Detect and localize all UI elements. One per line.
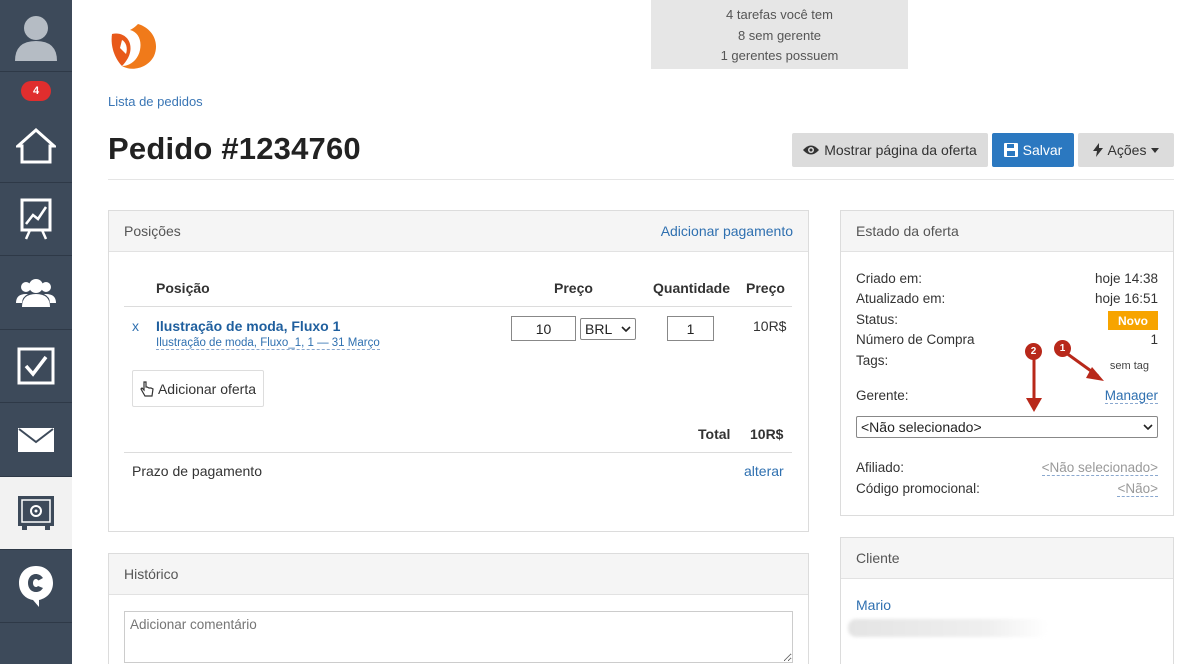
floppy-disk-icon (1003, 143, 1018, 157)
tags-value[interactable]: sem tag (1110, 360, 1149, 372)
change-payment-term-link[interactable]: alterar (744, 463, 784, 479)
caret-down-icon (1151, 147, 1160, 153)
checkbox-icon (17, 347, 55, 385)
created-value: hoje 14:38 (1094, 271, 1158, 286)
purchase-number-value: 1 (1150, 332, 1158, 347)
promo-code-value-link[interactable]: <Não> (1117, 481, 1158, 497)
updated-value: hoje 16:51 (1094, 291, 1158, 306)
currency-select-value: BRL (585, 321, 613, 337)
actions-label: Ações (1107, 142, 1147, 158)
safe-icon (18, 496, 54, 530)
annotation-marker-2: 2 (1025, 343, 1042, 360)
history-panel-title: Histórico (124, 566, 179, 582)
add-offer-label: Adicionar oferta (157, 380, 257, 397)
user-avatar-icon (15, 15, 57, 61)
sidebar-item-orders[interactable] (0, 477, 72, 550)
manager-select-value: <Não selecionado> (861, 419, 982, 435)
updated-label: Atualizado em: (856, 291, 946, 306)
task-summary-box: 4 tarefas você tem 8 sem gerente 1 geren… (651, 0, 908, 69)
hand-pointer-icon (140, 380, 154, 397)
chevron-down-icon (621, 326, 631, 332)
eye-icon (803, 145, 820, 155)
save-button[interactable]: Salvar (992, 133, 1074, 167)
show-offer-page-button[interactable]: Mostrar página da oferta (792, 133, 988, 167)
total-label: Total (698, 426, 731, 442)
home-icon (16, 128, 56, 164)
sidebar-item-reports[interactable] (0, 183, 72, 256)
manager-link[interactable]: Manager (1104, 388, 1158, 404)
lightning-icon (1092, 143, 1103, 157)
task-summary-line: 8 sem gerente (737, 27, 822, 43)
remove-item-button[interactable]: x (132, 318, 139, 334)
offer-state-panel-header: Estado da oferta (841, 211, 1173, 252)
currency-select[interactable]: BRL (580, 318, 636, 340)
purchase-number-label: Número de Compra (856, 332, 975, 347)
title-divider (108, 179, 1174, 180)
sidebar-item-contacts[interactable] (0, 256, 72, 330)
offer-state-panel-title: Estado da oferta (856, 223, 959, 239)
total-divider (124, 452, 792, 453)
sidebar-item-tasks[interactable] (0, 330, 72, 403)
column-header-price: Preço (554, 280, 593, 296)
manager-label: Gerente: (856, 388, 909, 403)
sidebar: 4 (0, 0, 72, 664)
mail-icon (18, 427, 54, 452)
item-line-total: 10R$ (753, 318, 787, 334)
add-payment-link[interactable]: Adicionar pagamento (661, 223, 793, 239)
item-quantity-input[interactable]: 1 (667, 316, 714, 341)
annotation-marker-1: 1 (1054, 340, 1071, 357)
users-icon (16, 278, 56, 307)
sidebar-item-brand[interactable] (0, 550, 72, 623)
redacted-client-contact (848, 619, 1048, 637)
column-header-position: Posição (156, 280, 210, 296)
status-label: Status: (856, 312, 899, 327)
item-price-input[interactable]: 10 (511, 316, 576, 341)
promo-code-label: Código promocional: (856, 481, 980, 496)
tags-label: Tags: (856, 353, 889, 368)
item-name-link[interactable]: Ilustração de moda, Fluxo 1 (156, 318, 340, 334)
positions-panel-title: Posições (124, 223, 181, 239)
status-badge: Novo (1108, 311, 1158, 330)
payment-term-label: Prazo de pagamento (132, 463, 262, 479)
task-summary-line: 1 gerentes possuem (720, 48, 839, 63)
task-summary-line: 4 tarefas você tem (726, 7, 833, 22)
total-value: 10R$ (750, 426, 784, 442)
column-header-line-price: Preço (746, 280, 785, 296)
created-label: Criado em: (856, 271, 923, 286)
sidebar-item-mail[interactable] (0, 403, 72, 477)
affiliate-label: Afiliado: (856, 460, 905, 475)
column-header-quantity: Quantidade (653, 280, 731, 296)
show-offer-page-label: Mostrar página da oferta (824, 142, 977, 158)
notification-badge[interactable]: 4 (21, 81, 51, 101)
chevron-down-icon (1143, 424, 1153, 430)
sidebar-item-home[interactable] (0, 110, 72, 183)
client-panel-header: Cliente (841, 538, 1173, 579)
company-logo (111, 24, 157, 69)
sidebar-item-profile[interactable] (0, 0, 72, 72)
client-name-link[interactable]: Mario (856, 597, 891, 613)
chart-board-icon (20, 198, 52, 240)
history-panel-header: Histórico (109, 554, 808, 595)
positions-panel-header: Posições Adicionar pagamento (109, 211, 808, 252)
save-label: Salvar (1022, 142, 1063, 158)
table-header-divider (124, 306, 792, 307)
actions-dropdown-button[interactable]: Ações (1078, 133, 1174, 167)
add-offer-button[interactable]: Adicionar oferta (132, 370, 264, 407)
item-subtitle-link[interactable]: Ilustração de moda, Fluxo_1, 1 — 31 Març… (156, 337, 380, 350)
comment-textarea[interactable] (124, 611, 793, 663)
client-panel-title: Cliente (856, 550, 900, 566)
breadcrumb[interactable]: Lista de pedidos (108, 94, 203, 109)
brand-c-icon (19, 566, 53, 607)
page-title: Pedido #1234760 (108, 131, 361, 166)
affiliate-value-link[interactable]: <Não selecionado> (1041, 460, 1158, 476)
